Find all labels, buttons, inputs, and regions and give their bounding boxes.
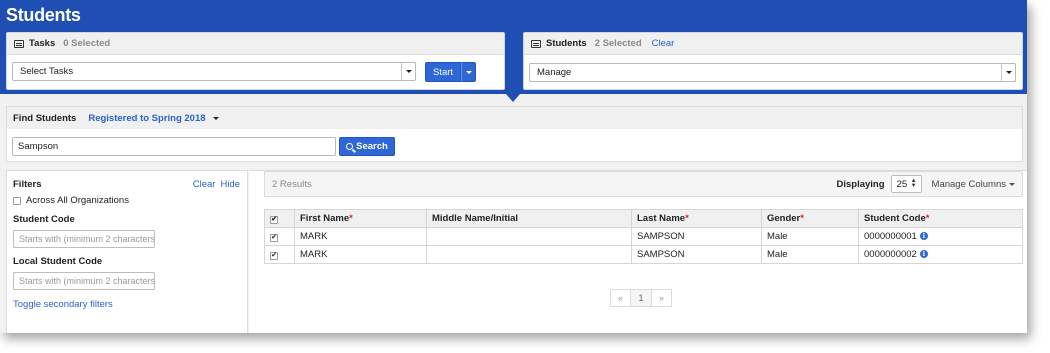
manage-columns-dropdown[interactable]: Manage Columns xyxy=(932,179,1015,190)
tasks-count: 0 Selected xyxy=(63,38,111,49)
students-label: Students xyxy=(546,38,587,49)
page-size-value: 25 xyxy=(896,178,908,190)
search-icon xyxy=(346,143,354,150)
pagination-prev[interactable]: « xyxy=(610,289,631,307)
chevron-down-icon xyxy=(465,70,472,74)
column-header-last-name[interactable]: Last Name* xyxy=(631,209,762,228)
results-table: ✔ First Name* Middle Name/Initial Last N… xyxy=(264,209,1023,264)
find-students-panel: Find Students Registered to Spring 2018 … xyxy=(6,106,1023,162)
column-header-middle-name[interactable]: Middle Name/Initial xyxy=(426,209,632,228)
select-all-cell[interactable]: ✔ xyxy=(264,209,295,228)
tasks-select-value: Select Tasks xyxy=(20,66,74,77)
info-icon[interactable]: i xyxy=(919,250,928,259)
column-header-student-code[interactable]: Student Code* xyxy=(858,209,1023,228)
start-button[interactable]: Start xyxy=(425,62,461,82)
filters-clear-link[interactable]: Clear xyxy=(193,179,216,190)
last-name-cell: SAMPSON xyxy=(631,227,762,246)
column-header-gender[interactable]: Gender* xyxy=(761,209,859,228)
start-dropdown-toggle[interactable] xyxy=(461,62,476,82)
column-header-first-name[interactable]: First Name* xyxy=(294,209,427,228)
table-row[interactable]: ✔ MARK SAMPSON Male 0000000002 i xyxy=(264,245,1023,264)
page-size-select[interactable]: 25 ▲ ▼ xyxy=(890,175,922,193)
displaying-label: Displaying xyxy=(836,178,885,190)
find-students-label: Find Students xyxy=(13,112,77,124)
info-icon[interactable]: i xyxy=(919,232,928,241)
updown-icon: ▲ ▼ xyxy=(910,178,917,189)
table-header-row: ✔ First Name* Middle Name/Initial Last N… xyxy=(264,209,1023,228)
app-window: Students Tasks 0 Selected Select Tasks S… xyxy=(0,0,1027,333)
page-title: Students xyxy=(6,5,81,25)
registration-scope-dropdown[interactable]: Registered to Spring 2018 xyxy=(88,113,205,124)
search-button[interactable]: Search xyxy=(339,137,395,156)
filters-title: Filters xyxy=(13,179,42,190)
chevron-down-icon xyxy=(401,63,415,80)
list-icon xyxy=(14,39,24,48)
local-student-code-field[interactable]: Starts with (minimum 2 characters) xyxy=(13,272,155,290)
results-toolbar-right: Displaying 25 ▲ ▼ Manage Columns xyxy=(836,175,1015,193)
row-select-cell[interactable]: ✔ xyxy=(264,245,295,264)
pagination-next[interactable]: » xyxy=(651,289,672,307)
manage-columns-label: Manage Columns xyxy=(931,178,1006,190)
local-student-code-label: Local Student Code xyxy=(13,256,103,267)
table-row[interactable]: ✔ MARK SAMPSON Male 0000000001 i xyxy=(264,227,1023,246)
select-all-checkbox[interactable]: ✔ xyxy=(270,215,278,224)
across-orgs-option[interactable]: Across All Organizations xyxy=(13,195,129,206)
row-checkbox[interactable]: ✔ xyxy=(270,251,278,260)
student-code-cell: 0000000002 i xyxy=(858,245,1023,264)
gender-cell: Male xyxy=(761,245,859,264)
results-toolbar: 2 Results Displaying 25 ▲ ▼ Manage Column… xyxy=(264,171,1023,197)
tasks-select[interactable]: Select Tasks xyxy=(12,62,416,81)
results-panel: 2 Results Displaying 25 ▲ ▼ Manage Column… xyxy=(249,170,1027,333)
first-name-cell: MARK xyxy=(294,245,427,264)
middle-name-cell xyxy=(426,227,632,246)
student-code-label: Student Code xyxy=(13,214,75,225)
gender-cell: Male xyxy=(761,227,859,246)
students-select-value: Manage xyxy=(537,67,572,78)
student-code-field[interactable]: Starts with (minimum 2 characters) xyxy=(13,230,155,248)
list-icon xyxy=(531,39,541,48)
across-orgs-checkbox[interactable] xyxy=(13,196,21,205)
search-input-value: Sampson xyxy=(18,141,59,152)
students-count: 2 Selected xyxy=(594,38,642,49)
search-button-label: Search xyxy=(356,141,388,152)
student-code-cell: 0000000001 i xyxy=(858,227,1023,246)
chevron-down-icon[interactable] xyxy=(212,116,219,120)
toggle-secondary-filters-link[interactable]: Toggle secondary filters xyxy=(13,299,113,310)
across-orgs-label: Across All Organizations xyxy=(26,195,129,206)
tasks-label: Tasks xyxy=(29,38,56,49)
results-count: 2 Results xyxy=(272,178,312,190)
pagination-page[interactable]: 1 xyxy=(631,289,651,307)
chevron-down-icon xyxy=(1009,182,1015,186)
find-students-header: Find Students Registered to Spring 2018 xyxy=(7,107,1022,129)
pagination: « 1 » xyxy=(610,289,672,307)
chevron-down-icon xyxy=(1001,64,1015,81)
panel-pointer xyxy=(506,94,520,102)
filters-hide-link[interactable]: Hide xyxy=(220,179,240,190)
middle-name-cell xyxy=(426,245,632,264)
row-checkbox[interactable]: ✔ xyxy=(270,233,278,242)
search-input[interactable]: Sampson xyxy=(12,137,336,156)
students-panel-header: Students 2 Selected Clear xyxy=(524,33,1022,55)
first-name-cell: MARK xyxy=(294,227,427,246)
filters-actions: Clear Hide xyxy=(193,179,240,190)
filters-panel: Filters Clear Hide Across All Organizati… xyxy=(6,170,248,333)
students-clear-link[interactable]: Clear xyxy=(652,38,675,49)
students-select[interactable]: Manage xyxy=(529,63,1016,82)
last-name-cell: SAMPSON xyxy=(631,245,762,264)
tasks-panel-header: Tasks 0 Selected xyxy=(7,33,504,55)
row-select-cell[interactable]: ✔ xyxy=(264,227,295,246)
